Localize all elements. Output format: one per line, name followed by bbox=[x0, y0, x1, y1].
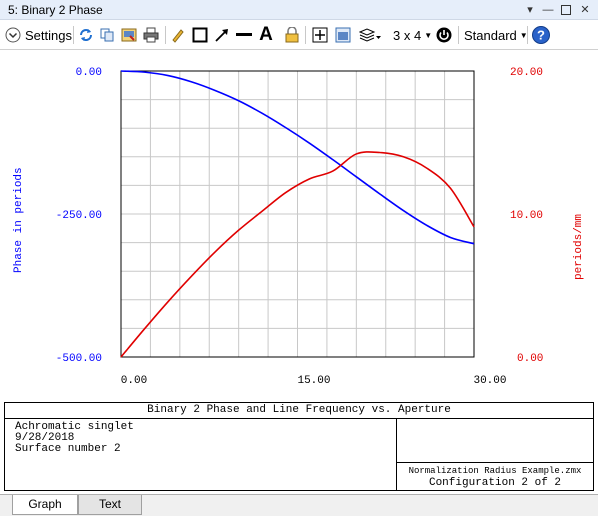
info-title: Binary 2 Phase and Line Frequency vs. Ap… bbox=[5, 403, 593, 419]
tab-graph[interactable]: Graph bbox=[12, 495, 78, 515]
settings-button[interactable]: Settings bbox=[25, 25, 72, 45]
text-tool-icon[interactable]: A bbox=[257, 24, 275, 45]
info-description: Achromatic singlet 9/28/2018 Surface num… bbox=[5, 419, 397, 490]
y-left-tick: -250.00 bbox=[56, 210, 102, 222]
maximize-icon[interactable] bbox=[558, 2, 574, 18]
minimize-icon[interactable]: — bbox=[540, 2, 556, 18]
copy-icon[interactable] bbox=[98, 25, 116, 45]
window-title: 5: Binary 2 Phase bbox=[8, 3, 103, 17]
layers-icon[interactable] bbox=[358, 25, 382, 45]
line-tool-icon[interactable] bbox=[235, 25, 253, 45]
layout-label: 3 x 4 bbox=[393, 27, 422, 43]
close-icon[interactable]: ✕ bbox=[577, 2, 593, 18]
info-box: Binary 2 Phase and Line Frequency vs. Ap… bbox=[4, 402, 594, 491]
auto-update-icon[interactable] bbox=[435, 25, 453, 45]
lock-icon[interactable] bbox=[284, 25, 300, 45]
x-tick: 0.00 bbox=[121, 375, 147, 387]
refresh-icon[interactable] bbox=[77, 25, 95, 45]
svg-text:?: ? bbox=[537, 28, 545, 43]
layout-dropdown[interactable]: 3 x 4 ▼ bbox=[393, 25, 432, 45]
dropdown-arrow-icon[interactable]: ▾ bbox=[522, 2, 538, 18]
y-left-tick: 0.00 bbox=[76, 67, 102, 79]
print-icon[interactable] bbox=[142, 25, 160, 45]
tab-text[interactable]: Text bbox=[78, 495, 142, 515]
plot-area: 0.00 -250.00 -500.00 20.00 10.00 0.00 0.… bbox=[0, 50, 598, 400]
pencil-icon[interactable] bbox=[170, 25, 186, 45]
y-right-axis-label: periods/mm bbox=[573, 214, 585, 280]
y-left-axis-label: Phase in periods bbox=[13, 167, 25, 273]
chart: 0.00 -250.00 -500.00 20.00 10.00 0.00 0.… bbox=[13, 67, 585, 387]
info-line: Surface number 2 bbox=[15, 443, 121, 455]
help-icon[interactable]: ? bbox=[532, 25, 550, 45]
standard-dropdown[interactable]: Standard ▼ bbox=[464, 25, 528, 45]
fit-view-icon[interactable] bbox=[311, 25, 329, 45]
y-right-tick: 0.00 bbox=[517, 353, 543, 365]
save-image-icon[interactable] bbox=[120, 25, 138, 45]
standard-label: Standard bbox=[464, 27, 517, 43]
arrow-tool-icon[interactable] bbox=[213, 25, 231, 45]
info-empty-cell bbox=[397, 419, 593, 463]
y-right-tick: 10.00 bbox=[510, 210, 543, 222]
toolbar: Settings A 3 x 4 ▼ Standard ▼ ? bbox=[0, 20, 598, 50]
y-right-tick: 20.00 bbox=[510, 67, 543, 79]
x-tick: 30.00 bbox=[473, 375, 506, 387]
y-left-tick: -500.00 bbox=[56, 353, 102, 365]
settings-chevron-icon[interactable] bbox=[5, 25, 21, 45]
dropdown-arrow-icon: ▼ bbox=[424, 30, 433, 40]
bottom-tabs: Graph Text bbox=[0, 494, 598, 516]
rectangle-tool-icon[interactable] bbox=[191, 25, 209, 45]
info-configuration: Configuration 2 of 2 bbox=[428, 477, 562, 489]
window-layout-icon[interactable] bbox=[334, 25, 352, 45]
x-tick: 15.00 bbox=[297, 375, 330, 387]
title-bar: 5: Binary 2 Phase ▾ — ✕ bbox=[0, 0, 598, 20]
info-file-cell: Normalization Radius Example.zmx Configu… bbox=[397, 463, 593, 490]
info-file-name: Normalization Radius Example.zmx bbox=[408, 466, 582, 476]
plot-grid bbox=[121, 71, 474, 357]
